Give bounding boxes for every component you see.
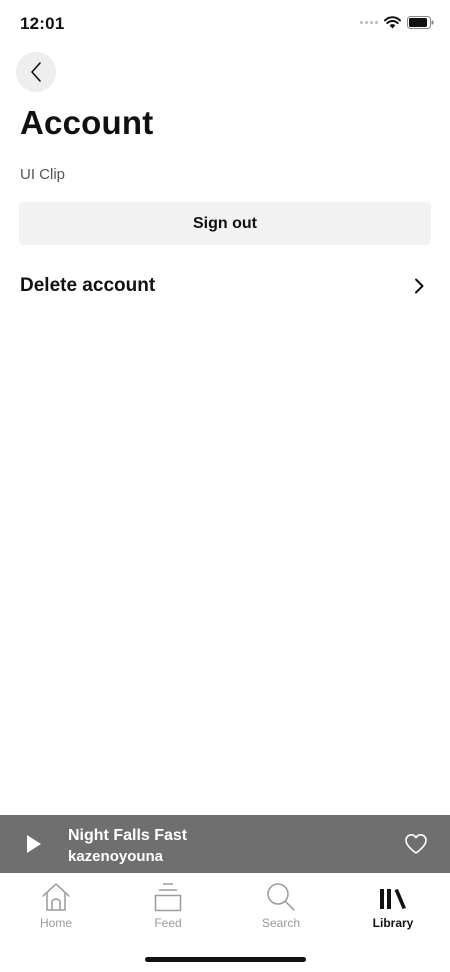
- wifi-icon: [384, 16, 401, 29]
- mini-player-artist: kazenoyouna: [68, 848, 164, 865]
- chevron-right-icon: [415, 278, 424, 294]
- delete-account-row[interactable]: Delete account: [0, 266, 450, 306]
- library-icon: [380, 889, 406, 909]
- sign-out-button[interactable]: Sign out: [19, 202, 431, 245]
- page-title: Account: [20, 104, 154, 141]
- status-time: 12:01: [20, 14, 65, 33]
- status-indicators: [360, 16, 434, 29]
- cellular-signal-icon: [360, 21, 378, 24]
- status-bar: 12:01: [0, 0, 450, 48]
- tab-label-library: Library: [372, 916, 414, 930]
- chevron-left-icon: [31, 62, 41, 82]
- tab-label-search: Search: [261, 916, 301, 930]
- heart-icon[interactable]: [404, 833, 428, 855]
- tab-feed[interactable]: Feed: [112, 873, 224, 935]
- home-icon: [42, 883, 70, 911]
- search-icon: [267, 883, 295, 911]
- back-button[interactable]: [16, 52, 56, 92]
- tab-search[interactable]: Search: [225, 873, 337, 935]
- home-indicator: [145, 957, 306, 962]
- feed-icon: [154, 883, 182, 912]
- tab-label-home: Home: [39, 916, 72, 930]
- tab-label-feed: Feed: [154, 916, 182, 930]
- delete-account-label: Delete account: [20, 275, 156, 296]
- tab-home[interactable]: Home: [0, 873, 112, 935]
- tab-library[interactable]: Library: [337, 873, 449, 935]
- battery-icon: [407, 16, 434, 29]
- account-name: UI Clip: [20, 166, 66, 183]
- mini-player-track-title: Night Falls Fast: [68, 827, 188, 844]
- mini-player[interactable]: Night Falls Fast kazenoyouna: [0, 815, 450, 873]
- play-icon[interactable]: [25, 834, 43, 854]
